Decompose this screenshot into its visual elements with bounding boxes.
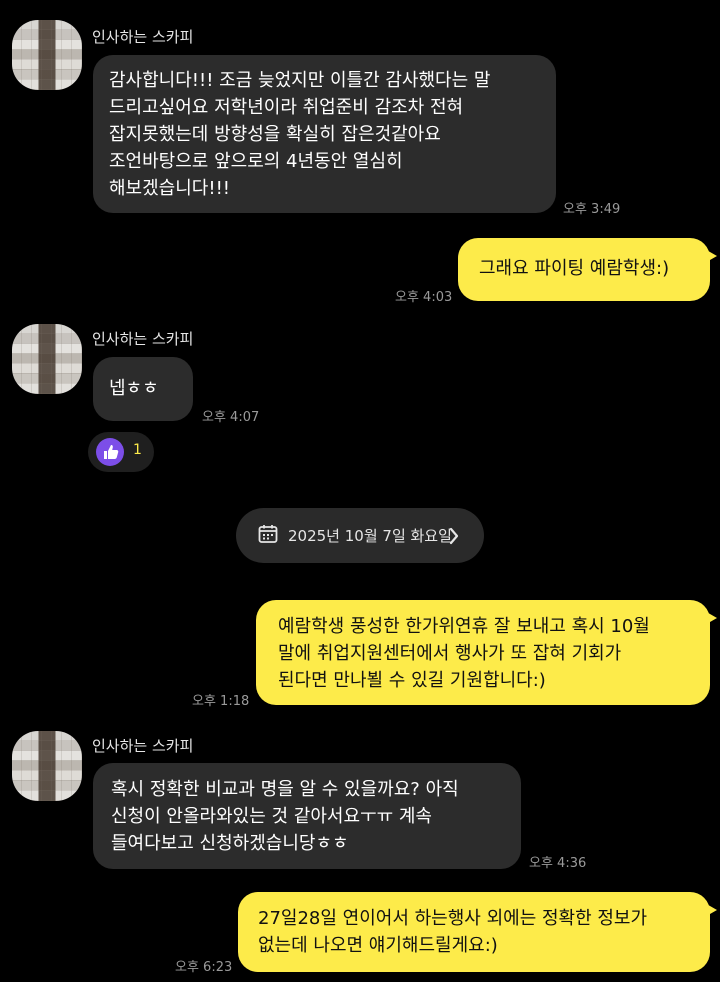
outgoing-message-bubble[interactable]: 27일28일 연이어서 하는행사 외에는 정확한 정보가 없는데 나오면 얘기해… [238,892,717,972]
incoming-message-bubble[interactable]: 넵ㅎㅎ [93,357,193,421]
incoming-message-bubble[interactable]: 혹시 정확한 비교과 명을 알 수 있을까요? 아직 신청이 안올라와있는 것 … [93,763,521,869]
outgoing-message-bubble[interactable]: 예람학생 풍성한 한가위연휴 잘 보내고 혹시 10월 말에 취업지원센터에서 … [256,600,717,705]
message-timestamp: 오후 4:03 [395,290,453,305]
message-timestamp: 오후 4:07 [202,410,260,425]
sender-avatar[interactable] [12,324,82,394]
sender-avatar[interactable] [12,20,82,90]
sender-avatar[interactable] [12,731,82,801]
sender-name: 인사하는 스카피 [92,737,194,755]
reaction-count: 1 [133,442,142,458]
message-timestamp: 오후 6:23 [175,960,233,975]
message-timestamp: 오후 3:49 [563,202,621,217]
calendar-icon [258,524,278,548]
message-timestamp: 오후 1:18 [192,694,250,709]
thumbs-up-icon [96,438,124,466]
outgoing-message-bubble[interactable]: 그래요 파이팅 예람학생:) [458,238,717,301]
date-divider[interactable]: 2025년 10월 7일 화요일 [236,508,484,563]
reaction-badge[interactable]: 1 [88,432,154,472]
incoming-message-bubble[interactable]: 감사합니다!!! 조금 늦었지만 이틀간 감사했다는 말 드리고싶어요 저학년이… [93,55,556,213]
date-label: 2025년 10월 7일 화요일 [288,527,452,545]
message-timestamp: 오후 4:36 [529,856,587,871]
chevron-right-icon [448,527,460,549]
sender-name: 인사하는 스카피 [92,330,194,348]
sender-name: 인사하는 스카피 [92,28,194,46]
